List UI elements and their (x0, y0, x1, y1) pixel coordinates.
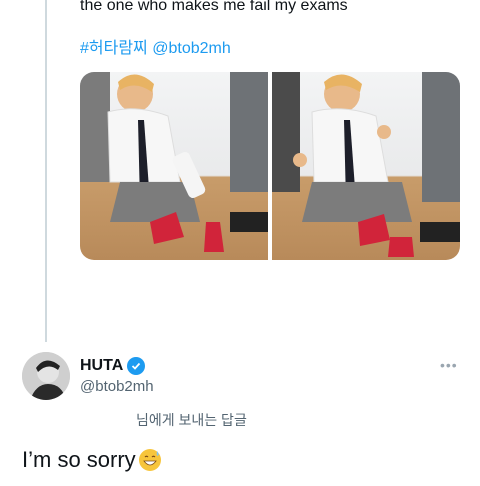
grinning-sweat-emoji-icon (138, 448, 162, 472)
parent-tweet-text: the one who makes me fail my exams (80, 0, 348, 14)
display-name[interactable]: HUTA (80, 357, 123, 375)
media-photo-1[interactable] (80, 72, 268, 260)
mention-link[interactable]: @btob2mh (152, 40, 231, 57)
thread-connector-line (45, 0, 47, 342)
hashtag-link[interactable]: #허타람찌 (80, 40, 148, 57)
replying-to-label: 님에게 보내는 답글 (136, 412, 247, 428)
user-handle[interactable]: @btob2mh (80, 378, 154, 395)
more-options-icon[interactable]: ••• (440, 357, 458, 373)
verified-badge-icon (127, 357, 146, 375)
reply-tweet-text-row: I’m so sorry (22, 446, 162, 474)
tweet-media-grid[interactable] (80, 72, 460, 260)
media-photo-2[interactable] (272, 72, 460, 260)
avatar[interactable] (22, 352, 70, 400)
display-name-row: HUTA (80, 357, 146, 375)
reply-tweet-text: I’m so sorry (22, 447, 136, 472)
parent-tweet-tags: #허타람찌 @btob2mh (80, 39, 231, 59)
